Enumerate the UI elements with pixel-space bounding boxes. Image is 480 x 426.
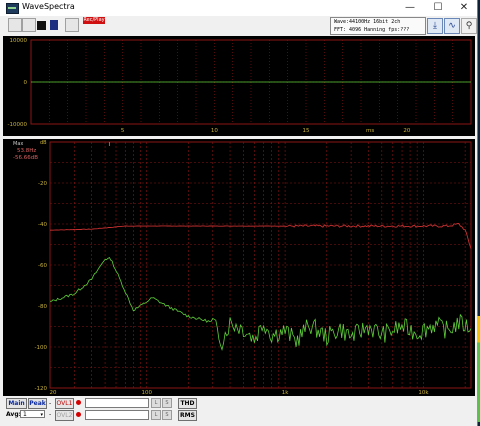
record-button[interactable] — [65, 18, 79, 32]
avg-select-value: 1 — [23, 411, 27, 418]
chevron-down-icon: ▾ — [40, 412, 43, 418]
input-field-1[interactable] — [85, 398, 149, 408]
record-dot-2 — [76, 412, 81, 417]
dash-2: - — [49, 411, 52, 418]
main-button[interactable]: Main — [6, 398, 27, 409]
marker-level: -56.66dB — [13, 155, 38, 161]
save-file-button[interactable] — [22, 18, 36, 32]
fft-info-text: FFT: 4096 Hanning fps:??? — [334, 27, 410, 33]
l-button-2[interactable]: L — [151, 410, 161, 420]
spectrum-panel: Max 53.8Hz -56.66dB dB -20 -40 -60 -80 -100 -… — [3, 139, 475, 396]
wave-x-tick-label: 20 — [403, 128, 410, 134]
avg-select[interactable]: 1 ▾ — [20, 410, 45, 418]
record-dot-1 — [76, 400, 81, 405]
minimize-button[interactable]: — — [398, 0, 422, 16]
wave-x-tick-label: 10 — [211, 128, 218, 134]
record-indicator: Rec/Play — [83, 17, 105, 24]
thd-button[interactable]: THD — [178, 398, 197, 409]
dash-1: - — [49, 400, 52, 407]
marker-freq: 53.8Hz — [17, 148, 36, 154]
wave-panel: 10000 0 -10000 5 10 15 ms 20 — [3, 36, 475, 136]
maximize-button[interactable]: ☐ — [426, 0, 450, 16]
app-window: WaveSpectra — ☐ ✕ Rec/Play Wave:44100Hz … — [0, 0, 478, 426]
wave-y-tick-label: 0 — [24, 80, 28, 86]
wave-x-tick-label: 15 — [303, 128, 310, 134]
app-icon — [6, 3, 19, 14]
spectrum-y-tick-label: -120 — [35, 386, 48, 392]
pause-button[interactable] — [50, 20, 58, 30]
open-file-button[interactable] — [8, 18, 22, 32]
title-bar: WaveSpectra — ☐ ✕ — [0, 0, 477, 16]
spectrum-chart: Max 53.8Hz -56.66dB dB -20 -40 -60 -80 -100 -… — [13, 140, 472, 396]
spectrum-y-tick-label: -40 — [38, 222, 47, 228]
stop-button[interactable] — [37, 21, 46, 30]
ovl2-indicator: OVL2 — [55, 410, 74, 421]
spectrum-y-tick-label: -80 — [38, 304, 47, 310]
ovl1-indicator: OVL1 — [55, 398, 74, 409]
zoom-icon[interactable]: ⚲ — [461, 18, 477, 34]
spectrum-y-tick-label: -20 — [38, 181, 47, 187]
s-button-2[interactable]: S — [162, 410, 172, 420]
close-button[interactable]: ✕ — [452, 0, 476, 16]
marker-icon[interactable]: ⤓ — [427, 18, 443, 34]
wave-info-box: Wave:44100Hz 16bit 2ch FFT: 4096 Hanning… — [330, 17, 426, 35]
window-title: WaveSpectra — [22, 2, 75, 11]
wave-chart: 10000 0 -10000 5 10 15 ms 20 — [8, 38, 472, 134]
marker-label: Max — [13, 141, 23, 147]
db-unit-label: dB — [40, 140, 47, 146]
graph-icon[interactable]: ∿ — [444, 18, 460, 34]
peak-button[interactable]: Peak — [28, 398, 47, 409]
toolbar: Rec/Play Wave:44100Hz 16bit 2ch FFT: 409… — [0, 16, 477, 36]
wave-x-tick-label: ms — [366, 128, 374, 134]
rms-button[interactable]: RMS — [178, 410, 197, 421]
wave-format-text: Wave:44100Hz 16bit 2ch — [334, 19, 401, 25]
spectrum-trace-red — [49, 223, 472, 249]
s-button-1[interactable]: S — [162, 398, 172, 408]
wave-x-tick-label: 5 — [121, 128, 125, 134]
input-field-2[interactable] — [85, 410, 149, 420]
wave-y-tick-label: 10000 — [10, 38, 28, 44]
spectrum-y-tick-label: -60 — [38, 263, 47, 269]
spectrum-y-tick-label: -100 — [35, 345, 48, 351]
l-button-1[interactable]: L — [151, 398, 161, 408]
avg-label: Avg: — [6, 411, 22, 418]
bottom-controls: Main Peak - OVL1 L S THD Avg: 1 ▾ - OVL2 … — [0, 396, 477, 426]
wave-y-tick-label: -10000 — [8, 122, 28, 128]
spectrum-trace-green — [49, 256, 472, 352]
